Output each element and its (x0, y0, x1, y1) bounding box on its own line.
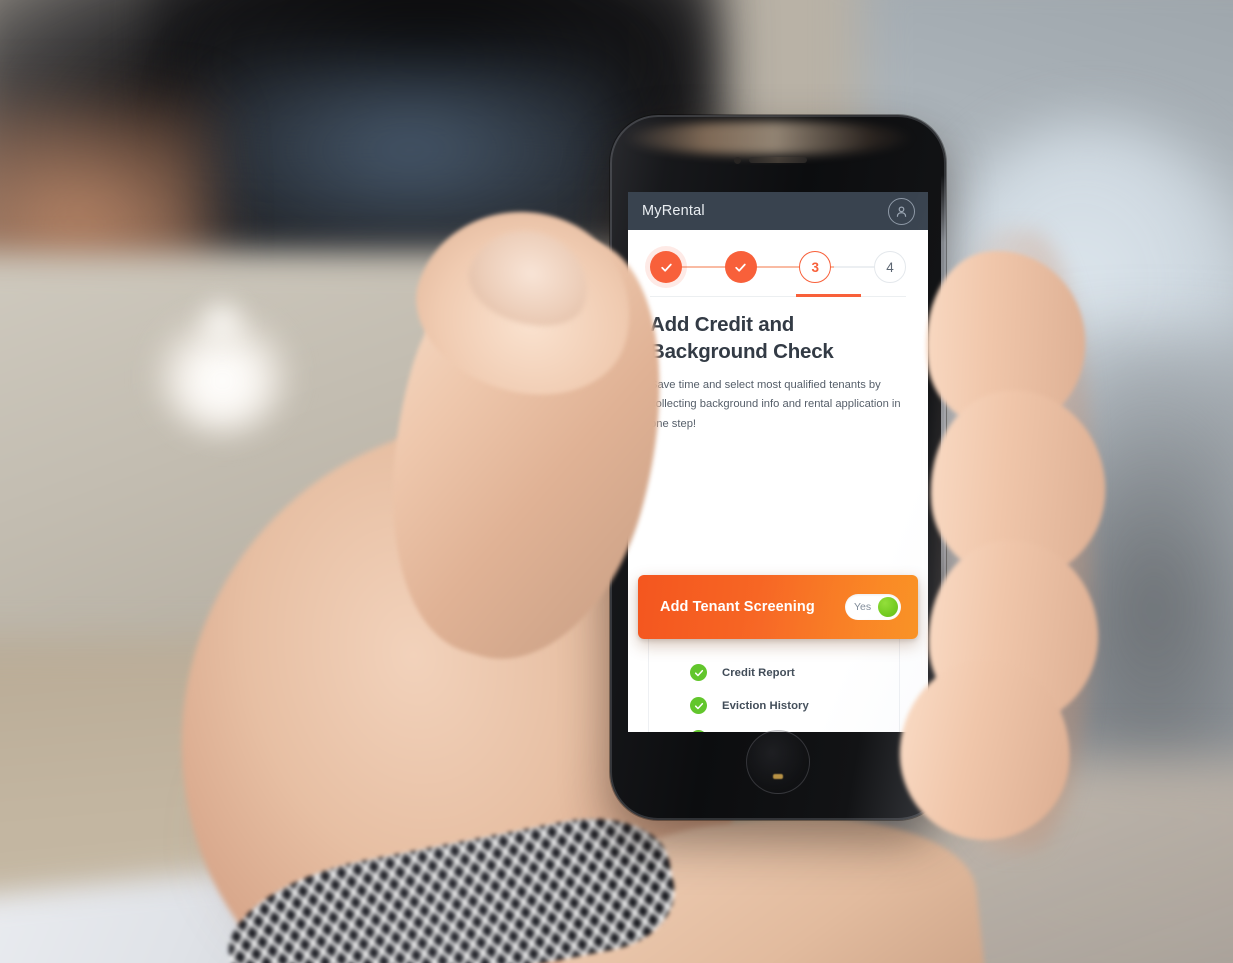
page-description: Save time and select most qualified tena… (650, 379, 901, 430)
toggle-value-label: Yes (854, 601, 872, 613)
feature-label: Eviction History (722, 699, 809, 712)
phone-device: MyRental 3 4 Add Credit and Background C… (610, 115, 946, 820)
check-icon (694, 669, 703, 676)
tenant-screening-label: Add Tenant Screening (660, 599, 815, 615)
app-title: MyRental (642, 203, 705, 219)
tenant-screening-banner[interactable]: Add Tenant Screening Yes (638, 575, 918, 639)
check-icon (694, 702, 703, 709)
phone-screen-glare (624, 121, 914, 155)
app-header-bar: MyRental (628, 192, 928, 230)
home-button[interactable] (746, 730, 810, 794)
home-button-glint (773, 774, 783, 779)
check-circle-icon (690, 697, 707, 714)
background-apple-logo-leaf (200, 300, 244, 348)
tenant-screening-toggle[interactable]: Yes (845, 594, 901, 620)
stepper-track-row: 3 4 (650, 250, 906, 284)
check-circle-icon (690, 730, 707, 732)
stepper-step-1[interactable] (650, 251, 682, 283)
check-circle-icon (690, 664, 707, 681)
phone-screen: MyRental 3 4 Add Credit and Background C… (628, 192, 928, 732)
photo-scene: MyRental 3 4 Add Credit and Background C… (0, 0, 1233, 963)
stepper-active-underline (796, 294, 861, 297)
feature-label: Credit Report (722, 666, 795, 679)
front-camera (734, 157, 741, 164)
toggle-knob[interactable] (878, 597, 898, 617)
stepper-step-4[interactable]: 4 (873, 251, 906, 283)
check-icon (660, 263, 672, 272)
earpiece-speaker (749, 157, 807, 163)
stepper-step-3[interactable]: 3 (799, 251, 832, 283)
page-content: Add Credit and Background Check Save tim… (628, 297, 928, 434)
page-title: Add Credit and Background Check (650, 313, 834, 364)
feature-list: Credit Report Eviction History (628, 644, 928, 732)
check-icon (735, 263, 746, 272)
progress-stepper: 3 4 (628, 230, 928, 297)
stepper-step-2[interactable] (724, 251, 757, 283)
stepper-baseline (650, 296, 906, 297)
user-avatar-icon (896, 205, 907, 217)
list-item: Eviction History (628, 689, 928, 722)
user-avatar-button[interactable] (888, 197, 915, 225)
list-item: Credit Report (628, 656, 928, 689)
